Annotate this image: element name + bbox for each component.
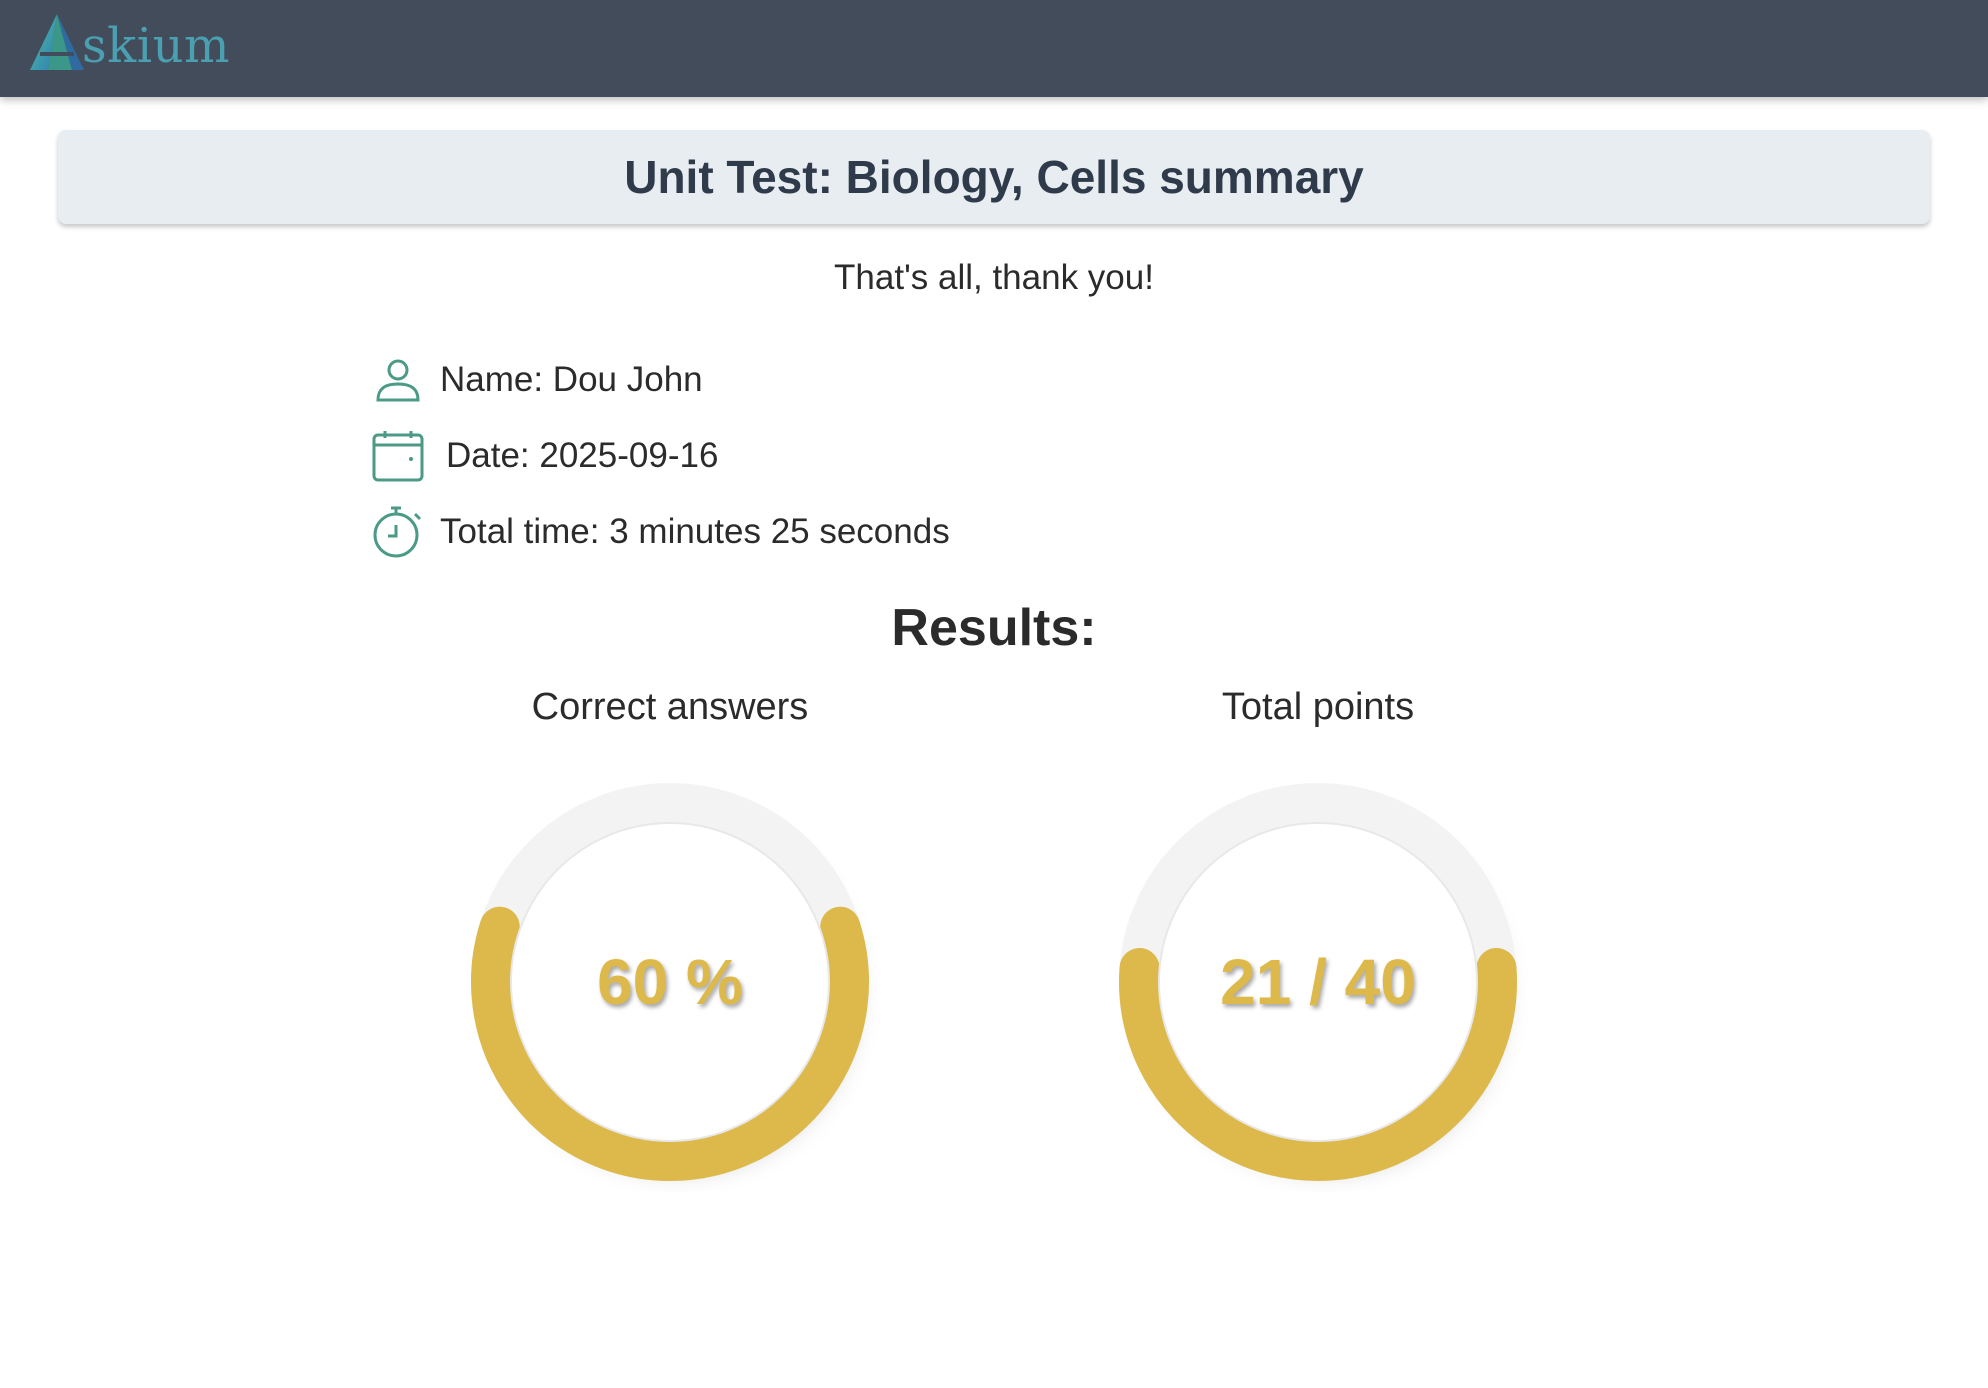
correct-answers-label: Correct answers [531, 686, 809, 728]
stopwatch-icon [370, 504, 426, 560]
total-points-label: Total points [1221, 686, 1415, 728]
person-icon [370, 352, 426, 408]
info-date-row: Date: 2025-09-16 [370, 428, 718, 484]
test-date: Date: 2025-09-16 [446, 436, 719, 475]
thank-you-message: That's all, thank you! [834, 258, 1154, 297]
total-time: Total time: 3 minutes 25 seconds [440, 512, 950, 551]
results-heading: Results: [891, 599, 1097, 657]
correct-answers-gauge: 60 % [460, 772, 880, 1192]
info-name-row: Name: Dou John [370, 352, 703, 408]
askium-logo[interactable]: skium [26, 10, 230, 72]
correct-answers-value: 60 % [597, 946, 743, 1018]
total-points-gauge: 21 / 40 [1108, 772, 1528, 1192]
total-points-value: 21 / 40 [1220, 946, 1416, 1018]
student-name: Name: Dou John [440, 360, 703, 399]
test-title-card: Unit Test: Biology, Cells summary [58, 130, 1930, 224]
triangle-a-logo-icon [30, 14, 84, 70]
top-bar: skium [0, 0, 1988, 97]
calendar-icon [370, 428, 426, 484]
info-time-row: Total time: 3 minutes 25 seconds [370, 504, 950, 560]
page-title: Unit Test: Biology, Cells summary [624, 151, 1364, 203]
logo-text: skium [82, 18, 230, 74]
